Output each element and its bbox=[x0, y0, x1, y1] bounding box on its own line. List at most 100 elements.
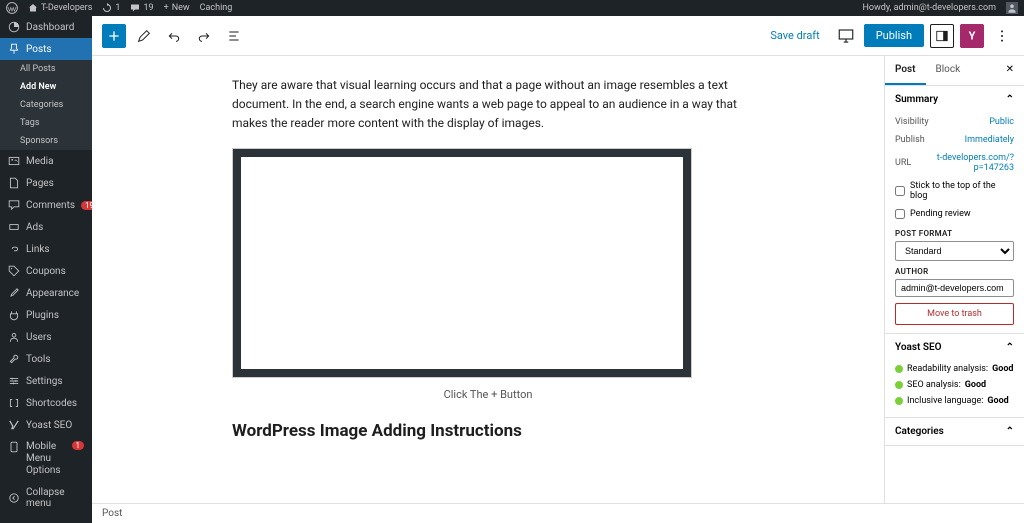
sidebar-item-posts[interactable]: Posts bbox=[0, 38, 92, 60]
sidebar-sub-tags[interactable]: Tags bbox=[0, 114, 92, 132]
sidebar-item-users[interactable]: Users bbox=[0, 326, 92, 348]
updates[interactable]: 1 bbox=[102, 3, 120, 13]
sidebar-item-coupons[interactable]: Coupons bbox=[0, 260, 92, 282]
sidebar-item-shortcodes[interactable]: Shortcodes bbox=[0, 392, 92, 414]
status-dot bbox=[895, 365, 903, 373]
publish-value[interactable]: Immediately bbox=[965, 135, 1014, 145]
panel-title: Categories bbox=[895, 426, 944, 437]
yoast-seo: SEO analysis: Good bbox=[895, 377, 1014, 393]
sidebar-item-comments[interactable]: Comments 19 bbox=[0, 194, 92, 216]
details-button[interactable] bbox=[222, 24, 246, 48]
sidebar-label: Collapse menu bbox=[26, 487, 84, 509]
sidebar-item-appearance[interactable]: Appearance bbox=[0, 282, 92, 304]
yoast-toggle[interactable] bbox=[960, 24, 984, 48]
panel-yoast: Yoast SEO ⌃ Readability analysis: Good S… bbox=[885, 334, 1024, 418]
post-format-label: POST FORMAT bbox=[895, 229, 1014, 238]
sidebar-item-yoast[interactable]: Yoast SEO bbox=[0, 414, 92, 436]
sidebar-item-ads[interactable]: Ads bbox=[0, 216, 92, 238]
sidebar-label: Coupons bbox=[26, 266, 66, 277]
site-name-label: T-Developers bbox=[41, 3, 92, 13]
yoast-label: SEO analysis: bbox=[907, 380, 961, 390]
caching-link[interactable]: Caching bbox=[200, 3, 233, 13]
editor: Save draft Publish They are aware that v… bbox=[92, 16, 1024, 523]
sidebar-label: Media bbox=[26, 156, 54, 167]
media-icon bbox=[8, 155, 20, 167]
image-caption[interactable]: Click The + Button bbox=[232, 388, 744, 401]
heading-block[interactable]: WordPress Image Adding Instructions bbox=[232, 421, 744, 441]
add-block-button[interactable] bbox=[102, 24, 126, 48]
author-input[interactable] bbox=[895, 279, 1014, 297]
trash-button[interactable]: Move to trash bbox=[895, 303, 1014, 325]
sidebar-label: Mobile Menu Options bbox=[26, 441, 66, 477]
chevron-up-icon: ⌃ bbox=[1006, 94, 1014, 105]
new-link[interactable]: + New bbox=[164, 3, 190, 13]
desktop-icon bbox=[837, 27, 855, 45]
avatar-icon[interactable] bbox=[1006, 2, 1018, 14]
outline-icon bbox=[226, 28, 242, 44]
tab-block[interactable]: Block bbox=[926, 56, 971, 85]
kebab-icon bbox=[994, 28, 1010, 44]
visibility-label: Visibility bbox=[895, 117, 929, 127]
status-dot bbox=[895, 397, 903, 405]
site-name[interactable]: T-Developers bbox=[28, 3, 92, 13]
url-value[interactable]: t-developers.com/?p=147263 bbox=[934, 153, 1014, 173]
post-format-select[interactable]: Standard bbox=[895, 241, 1014, 261]
row-stick[interactable]: Stick to the top of the blog bbox=[895, 177, 1014, 205]
panel-categories: Categories ⌃ bbox=[885, 418, 1024, 446]
visibility-value[interactable]: Public bbox=[989, 117, 1014, 127]
pending-checkbox[interactable] bbox=[895, 209, 905, 219]
row-visibility: Visibility Public bbox=[895, 113, 1014, 131]
panel-head-summary[interactable]: Summary ⌃ bbox=[885, 86, 1024, 113]
undo-button[interactable] bbox=[162, 24, 186, 48]
save-draft-button[interactable]: Save draft bbox=[762, 25, 827, 46]
sidebar-label: Plugins bbox=[26, 310, 59, 321]
block-breadcrumb[interactable]: Post bbox=[92, 503, 1024, 523]
mobile-badge: 1 bbox=[72, 441, 85, 450]
home-icon bbox=[28, 3, 38, 13]
sidebar-item-mobile[interactable]: Mobile Menu Options 1 bbox=[0, 436, 92, 482]
sidebar-item-links[interactable]: Links bbox=[0, 238, 92, 260]
comments-link[interactable]: 19 bbox=[130, 3, 153, 13]
sidebar-item-pages[interactable]: Pages bbox=[0, 172, 92, 194]
sidebar-label: Shortcodes bbox=[26, 398, 77, 409]
image-block[interactable] bbox=[232, 148, 692, 378]
ads-icon bbox=[8, 221, 20, 233]
sidebar-item-plugins[interactable]: Plugins bbox=[0, 304, 92, 326]
sidebar-item-settings[interactable]: Settings bbox=[0, 370, 92, 392]
editor-content[interactable]: They are aware that visual learning occu… bbox=[92, 56, 884, 503]
stick-checkbox[interactable] bbox=[895, 186, 905, 196]
tab-post[interactable]: Post bbox=[885, 56, 926, 85]
row-pending[interactable]: Pending review bbox=[895, 205, 1014, 223]
sidebar-collapse[interactable]: Collapse menu bbox=[0, 482, 92, 514]
pencil-icon bbox=[136, 28, 152, 44]
howdy[interactable]: Howdy, admin@t-developers.com bbox=[862, 3, 996, 13]
brush-icon bbox=[8, 287, 20, 299]
close-settings[interactable]: ✕ bbox=[996, 56, 1024, 85]
edit-mode-button[interactable] bbox=[132, 24, 156, 48]
preview-button[interactable] bbox=[834, 24, 858, 48]
panel-head-yoast[interactable]: Yoast SEO ⌃ bbox=[885, 334, 1024, 361]
settings-toggle[interactable] bbox=[930, 24, 954, 48]
pin-icon bbox=[8, 43, 20, 55]
panel-head-categories[interactable]: Categories ⌃ bbox=[885, 418, 1024, 445]
wp-logo[interactable] bbox=[6, 2, 18, 14]
row-publish: Publish Immediately bbox=[895, 131, 1014, 149]
sidebar-sub-categories[interactable]: Categories bbox=[0, 96, 92, 114]
user-icon bbox=[8, 331, 20, 343]
plugin-icon bbox=[8, 309, 20, 321]
paragraph-block[interactable]: They are aware that visual learning occu… bbox=[232, 76, 744, 134]
link-icon bbox=[8, 243, 20, 255]
sidebar-label: Tools bbox=[26, 354, 50, 365]
sidebar-item-tools[interactable]: Tools bbox=[0, 348, 92, 370]
sidebar-sub-add-new[interactable]: Add New bbox=[0, 78, 92, 96]
mobile-icon bbox=[8, 441, 20, 453]
sidebar-sub-sponsors[interactable]: Sponsors bbox=[0, 132, 92, 150]
redo-button[interactable] bbox=[192, 24, 216, 48]
sidebar-label: Users bbox=[26, 332, 52, 343]
publish-button[interactable]: Publish bbox=[864, 24, 924, 47]
sidebar-item-dashboard[interactable]: Dashboard bbox=[0, 16, 92, 38]
sidebar-sub-all-posts[interactable]: All Posts bbox=[0, 60, 92, 78]
options-button[interactable] bbox=[990, 24, 1014, 48]
yoast-readability: Readability analysis: Good bbox=[895, 361, 1014, 377]
sidebar-item-media[interactable]: Media bbox=[0, 150, 92, 172]
